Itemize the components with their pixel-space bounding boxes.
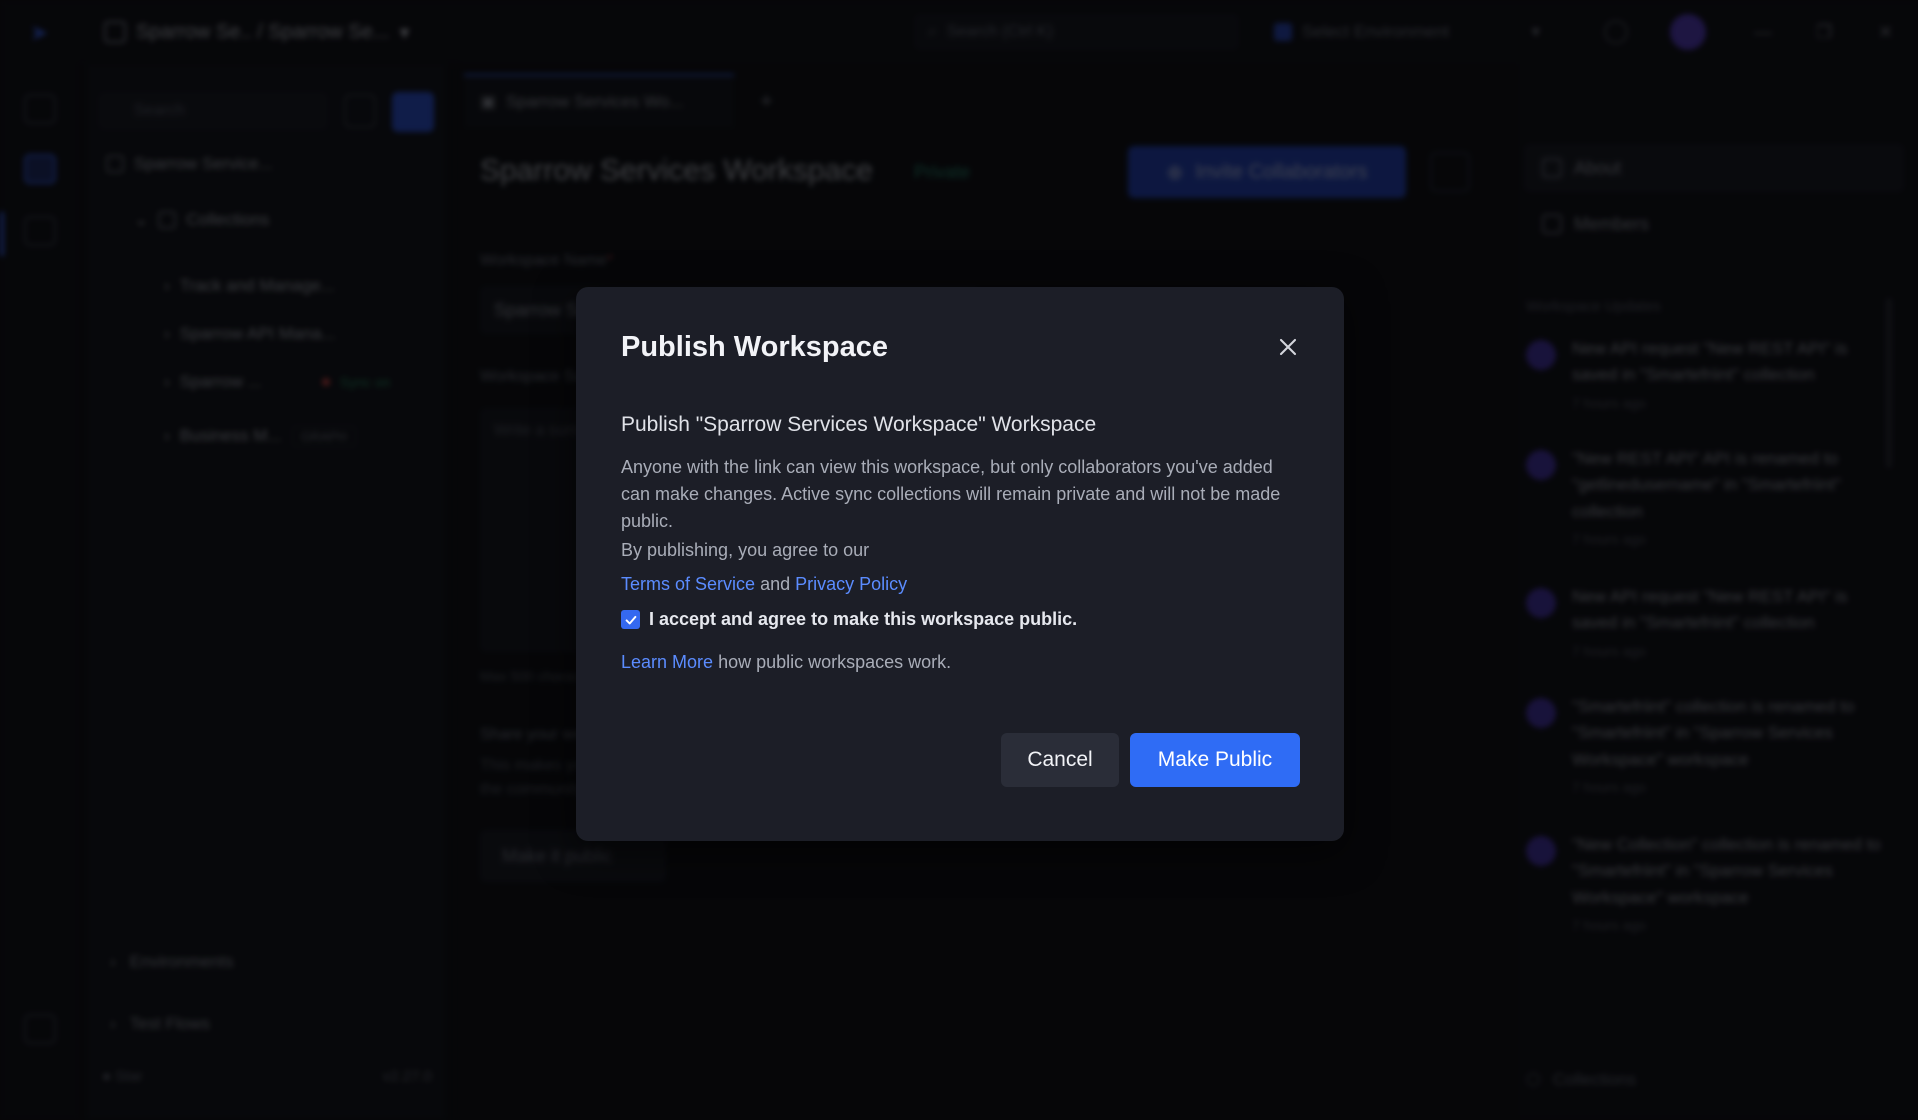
accept-checkbox[interactable] <box>621 610 640 629</box>
accept-row: I accept and agree to make this workspac… <box>621 609 1077 630</box>
modal-description: Anyone with the link can view this works… <box>621 457 1281 531</box>
cancel-button[interactable]: Cancel <box>1001 733 1119 787</box>
modal-subtitle: Publish "Sparrow Services Workspace" Wor… <box>621 413 1097 436</box>
learn-more-suffix: how public workspaces work. <box>718 652 952 672</box>
learn-more-line: Learn More how public workspaces work. <box>621 652 951 673</box>
publish-workspace-modal: Publish Workspace Publish "Sparrow Servi… <box>576 287 1344 841</box>
make-public-button[interactable]: Make Public <box>1130 733 1300 787</box>
agree-text: By publishing, you agree to our <box>621 540 870 560</box>
close-icon <box>1279 338 1297 356</box>
modal-title: Publish Workspace <box>621 331 888 363</box>
checkmark-icon <box>625 615 636 624</box>
legal-links: Terms of Service and Privacy Policy <box>621 574 907 595</box>
accept-label[interactable]: I accept and agree to make this workspac… <box>649 609 1077 630</box>
learn-more-link[interactable]: Learn More <box>621 652 713 672</box>
terms-of-service-link[interactable]: Terms of Service <box>621 574 755 594</box>
close-modal-button[interactable] <box>1274 333 1302 361</box>
privacy-policy-link[interactable]: Privacy Policy <box>795 574 907 594</box>
and-text: and <box>760 574 791 594</box>
